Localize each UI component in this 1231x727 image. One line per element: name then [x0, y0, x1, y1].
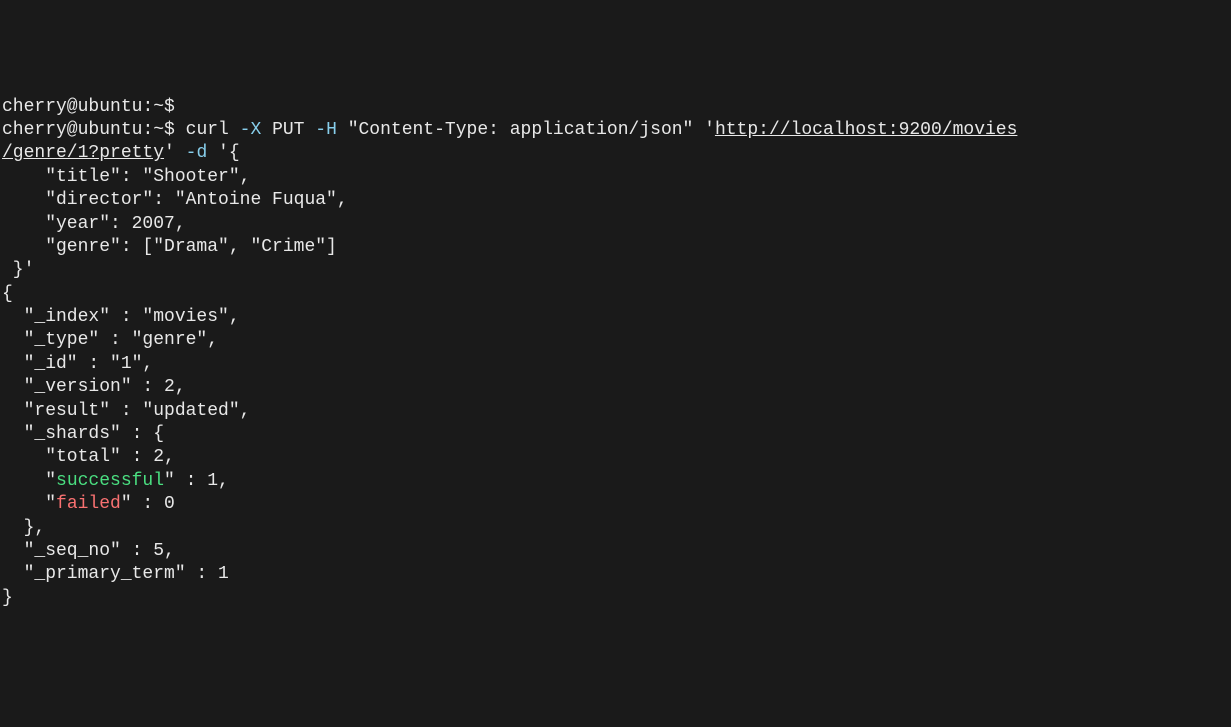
response-result: "result" : "updated", [2, 401, 250, 421]
prompt-user-host: cherry@ubuntu [2, 120, 142, 140]
response-close: } [2, 588, 13, 608]
prompt-line-1: cherry@ubuntu:~$ [2, 97, 175, 117]
json-body: '{ "title": "Shooter", "director": "Anto… [2, 143, 348, 280]
command-curl: curl [175, 120, 240, 140]
key-failed: failed [56, 494, 121, 514]
response-primary-term: "_primary_term" : 1 [2, 564, 229, 584]
after-url: ' [164, 143, 186, 163]
prompt-line-2: cherry@ubuntu:~$ curl -X PUT -H "Content… [2, 120, 1017, 280]
response-version: "_version" : 2, [2, 377, 186, 397]
flag-h: -H [315, 120, 337, 140]
prompt-user-host: cherry@ubuntu [2, 97, 142, 117]
url-part1: http://localhost:9200/movies [715, 120, 1017, 140]
arg-put: PUT [261, 120, 315, 140]
arg-header: "Content-Type: application/json" ' [337, 120, 715, 140]
terminal[interactable]: cherry@ubuntu:~$ cherry@ubuntu:~$ curl -… [2, 96, 1229, 611]
response-total: "total" : 2, [2, 447, 175, 467]
response-successful-line: "successful" : 1, [2, 471, 229, 491]
url-part2: /genre/1?pretty [2, 143, 164, 163]
response-type: "_type" : "genre", [2, 330, 218, 350]
key-successful: successful [56, 471, 164, 491]
flag-x: -X [240, 120, 262, 140]
response-shards-open: "_shards" : { [2, 424, 164, 444]
response-open: { [2, 284, 13, 304]
response-seq-no: "_seq_no" : 5, [2, 541, 175, 561]
response-failed-line: "failed" : 0 [2, 494, 175, 514]
prompt-path: :~$ [142, 120, 174, 140]
response-shards-close: }, [2, 518, 45, 538]
prompt-path: :~$ [142, 97, 174, 117]
response-id: "_id" : "1", [2, 354, 153, 374]
response-index: "_index" : "movies", [2, 307, 240, 327]
flag-d: -d [186, 143, 208, 163]
